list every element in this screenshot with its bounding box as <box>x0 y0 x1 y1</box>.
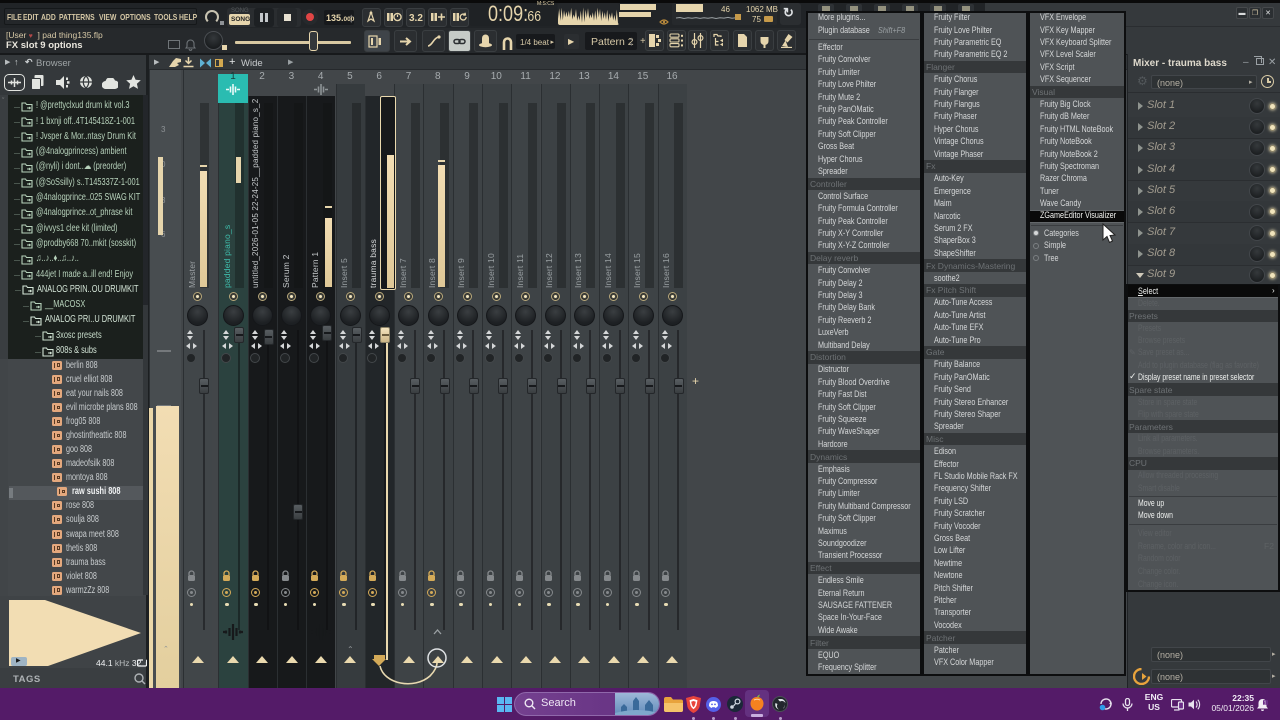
svg-text:1: 1 <box>1264 700 1267 706</box>
svg-text:3.2: 3.2 <box>409 13 423 24</box>
svg-text:66: 66 <box>527 8 541 24</box>
svg-text:0:09:: 0:09: <box>488 2 528 26</box>
